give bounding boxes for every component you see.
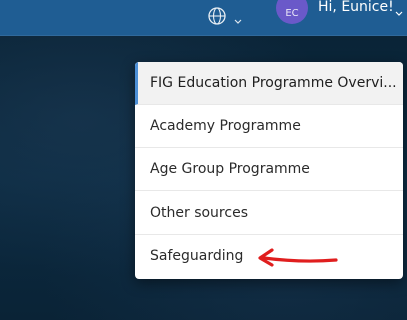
menu-item-academy-programme[interactable]: Academy Programme — [135, 105, 403, 148]
globe-icon[interactable] — [207, 6, 227, 26]
arrow-left-icon — [258, 248, 338, 267]
chevron-down-icon[interactable] — [395, 3, 403, 16]
user-greeting[interactable]: Hi, Eunice! — [318, 0, 394, 14]
menu-item-fig-education-programme-overview[interactable]: FIG Education Programme Overvi... — [135, 62, 403, 105]
chevron-down-icon[interactable] — [234, 11, 242, 24]
top-navigation-bar: EC Hi, Eunice! — [0, 0, 407, 36]
menu-item-age-group-programme[interactable]: Age Group Programme — [135, 148, 403, 191]
menu-item-other-sources[interactable]: Other sources — [135, 192, 403, 235]
avatar[interactable]: EC — [276, 0, 308, 24]
